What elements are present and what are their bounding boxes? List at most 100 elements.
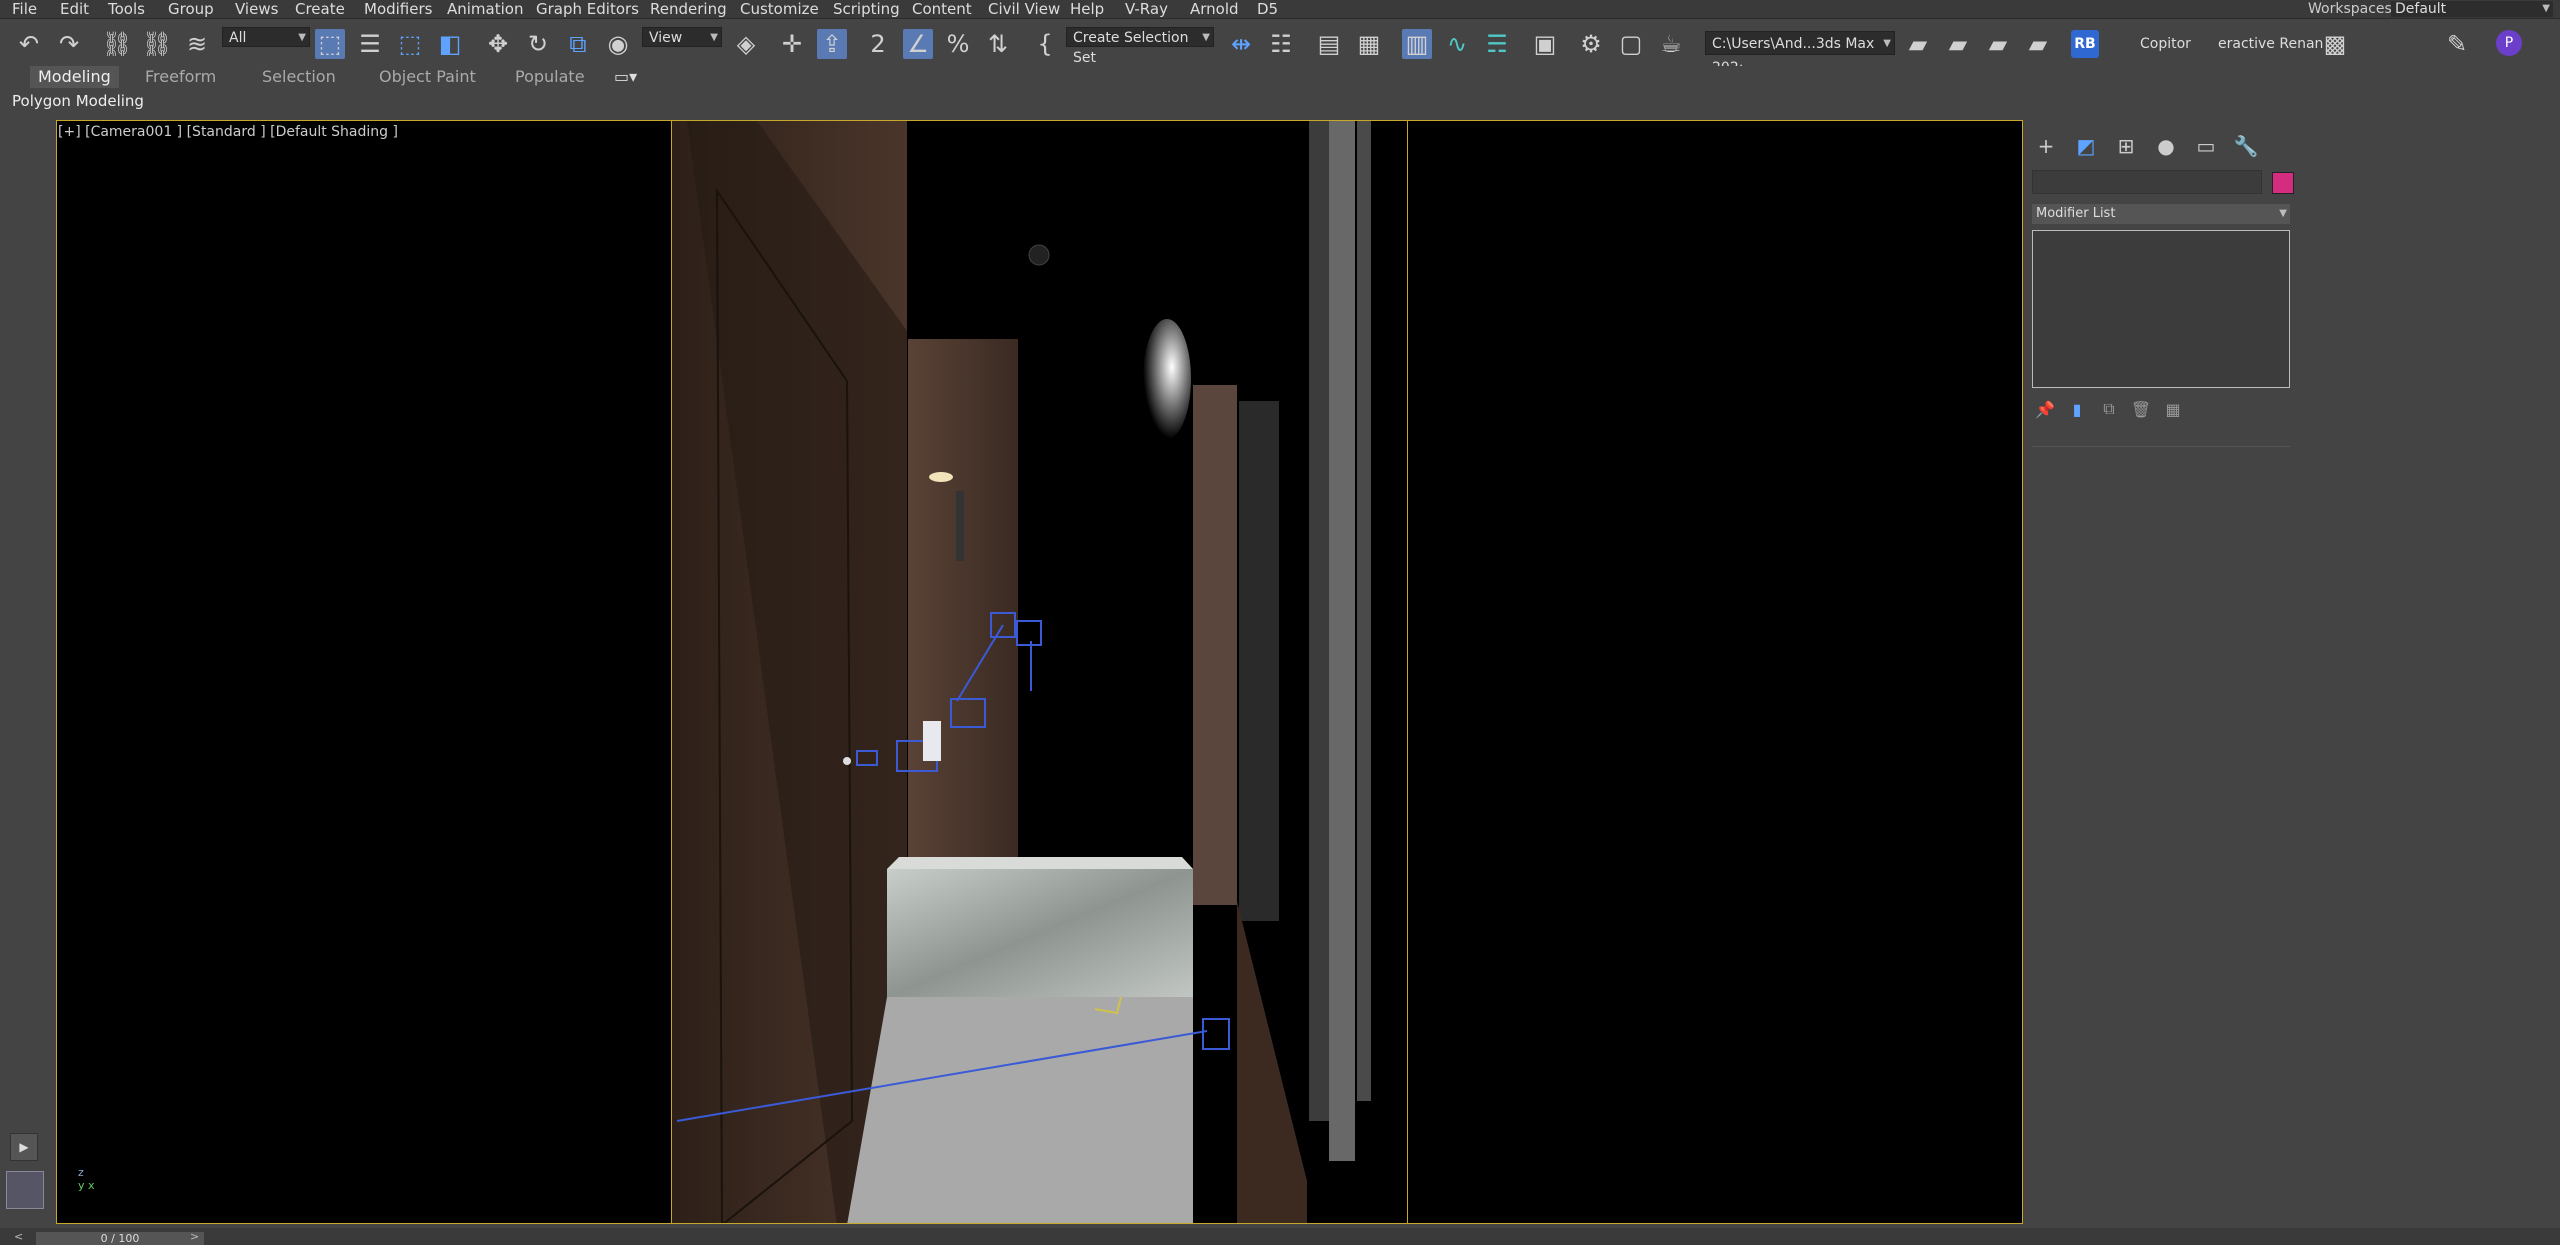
spinner-snap-icon[interactable]: ⇅ [983,29,1013,59]
left-strip [0,116,56,1230]
menu-tools[interactable]: Tools [108,0,145,18]
window-crossing-icon[interactable]: ◧ [435,29,465,59]
pivot-center-icon[interactable]: ◈ [731,29,761,59]
menu-modifiers[interactable]: Modifiers [364,0,432,18]
open-folder-icon[interactable]: ▰ [1943,29,1973,59]
menu-civil-view[interactable]: Civil View [988,0,1060,18]
modifier-list-dropdown[interactable]: Modifier List ▼ [2032,204,2290,224]
panel-separator [2032,446,2290,447]
rendered-frame-icon[interactable]: ▢ [1616,29,1646,59]
material-editor-icon[interactable]: ▣ [1530,29,1560,59]
ribbon-tab-selection[interactable]: Selection [254,66,344,88]
schematic-view-icon[interactable]: ☴ [1482,29,1512,59]
selection-set-dropdown[interactable]: Create Selection Set ▼ [1066,27,1214,66]
menu-rendering[interactable]: Rendering [650,0,727,18]
make-unique-icon[interactable]: ⧉ [2098,398,2120,420]
selection-filter-dropdown[interactable]: All ▼ [222,27,310,47]
render-setup-icon[interactable]: ⚙ [1576,29,1606,59]
copitor-button[interactable]: Copitor [2140,32,2191,56]
workspace-select[interactable]: Default ▼ [2391,1,2553,17]
keyboard-shortcut-icon[interactable]: ⇪ [817,29,847,59]
menu-arnold[interactable]: Arnold [1190,0,1239,18]
place-icon[interactable]: ◉ [603,29,633,59]
project-folder-icon[interactable]: ▰ [1903,29,1933,59]
time-next-button[interactable]: > [190,1230,199,1243]
ribbon-tab-modeling[interactable]: Modeling [30,66,119,88]
percent-snap-icon[interactable]: % [943,29,973,59]
menu-file[interactable]: File [12,0,37,18]
bind-space-warp-icon[interactable]: ≋ [182,29,212,59]
menu-content[interactable]: Content [912,0,972,18]
display-icon[interactable]: ▭ [2194,134,2218,158]
undo-icon[interactable]: ↶ [14,29,44,59]
viewport-label[interactable]: [+] [Camera001 ] [Standard ] [Default Sh… [58,124,398,140]
menu-animation[interactable]: Animation [447,0,523,18]
rect-selection-icon[interactable]: ⬚ [395,29,425,59]
mirror-icon[interactable]: ⇹ [1226,29,1256,59]
right-empty-area [2296,120,2560,1228]
menu-edit[interactable]: Edit [60,0,89,18]
viewport-layout-button[interactable] [6,1171,44,1209]
ribbon-tab-populate[interactable]: Populate [507,66,593,88]
scale-icon[interactable]: ⧉ [563,29,593,59]
remove-modifier-icon[interactable]: 🗑 [2130,398,2152,420]
menu-d5[interactable]: D5 [1257,0,1278,18]
ribbon-options-icon[interactable]: ▭▾ [606,66,645,88]
show-end-result-icon[interactable]: ▮ [2066,398,2088,420]
ribbon-tab-freeform[interactable]: Freeform [137,66,224,88]
select-manipulate-icon[interactable]: ✛ [777,29,807,59]
menu-bar: File Edit Tools Group Views Create Modif… [0,0,2560,19]
scene-explorer-icon[interactable]: ▤ [1314,29,1344,59]
redo-icon[interactable]: ↷ [54,29,84,59]
hierarchy-icon[interactable]: ⊞ [2114,134,2138,158]
time-prev-button[interactable]: < [14,1230,23,1243]
create-icon[interactable]: + [2034,134,2058,158]
save-folder-icon[interactable]: ▰ [1983,29,2013,59]
menu-customize[interactable]: Customize [740,0,819,18]
modifier-stack[interactable] [2032,230,2290,388]
edit-named-selections-icon[interactable]: { [1030,29,1060,59]
menu-help[interactable]: Help [1070,0,1104,18]
menu-graph-editors[interactable]: Graph Editors [536,0,639,18]
menu-views[interactable]: Views [235,0,278,18]
pen-icon[interactable]: ✎ [2442,29,2472,59]
ribbon-panel-polygon-modeling[interactable]: Polygon Modeling [12,90,144,112]
axis-xy-label: y x [78,1179,95,1192]
ref-coord-dropdown[interactable]: View ▼ [642,27,722,47]
unlink-icon[interactable]: ⛓ [142,29,172,59]
render-teapot-icon[interactable]: ☕ [1656,29,1686,59]
chart-icon[interactable]: ▩ [2320,29,2350,59]
move-icon[interactable]: ✥ [483,29,513,59]
utilities-icon[interactable]: 🔧 [2234,134,2259,158]
layer-explorer-icon[interactable]: ▦ [1354,29,1384,59]
object-name-input[interactable] [2032,170,2262,194]
object-color-swatch[interactable] [2272,172,2294,194]
project-path-dropdown[interactable]: C:\Users\And...3ds Max 202: ▼ [1705,31,1895,76]
rotate-icon[interactable]: ↻ [523,29,553,59]
menu-vray[interactable]: V-Ray [1125,0,1168,18]
selection-set-value: Create Selection Set [1073,30,1189,66]
curve-editor-icon[interactable]: ∿ [1442,29,1472,59]
select-by-name-icon[interactable]: ☰ [355,29,385,59]
time-slider[interactable]: 0 / 100 [36,1232,204,1245]
play-icon[interactable]: ▶ [10,1133,38,1161]
pin-stack-icon[interactable]: 📌 [2034,398,2056,420]
align-icon[interactable]: ☷ [1266,29,1296,59]
link-icon[interactable]: ⛓ [102,29,132,59]
angle-snap-icon[interactable]: ∠ [903,29,933,59]
configure-sets-icon[interactable]: ▦ [2162,398,2184,420]
interactive-render-button[interactable]: eractive Renan [2218,32,2323,56]
ribbon-toggle-icon[interactable]: ▥ [1402,29,1432,59]
motion-icon[interactable]: ● [2154,134,2178,158]
snaps-toggle-icon[interactable]: 2 [863,29,893,59]
menu-scripting[interactable]: Scripting [833,0,900,18]
select-object-icon[interactable]: ⬚ [315,29,345,59]
modify-icon[interactable]: ◩ [2074,134,2098,158]
rb-plugin-button[interactable]: RB [2071,30,2099,58]
ribbon-tab-object-paint[interactable]: Object Paint [371,66,484,88]
axis-gizmo: z y x [78,1166,95,1192]
menu-create[interactable]: Create [295,0,345,18]
menu-group[interactable]: Group [168,0,214,18]
archive-folder-icon[interactable]: ▰ [2023,29,2053,59]
profile-badge[interactable]: P [2496,30,2522,56]
